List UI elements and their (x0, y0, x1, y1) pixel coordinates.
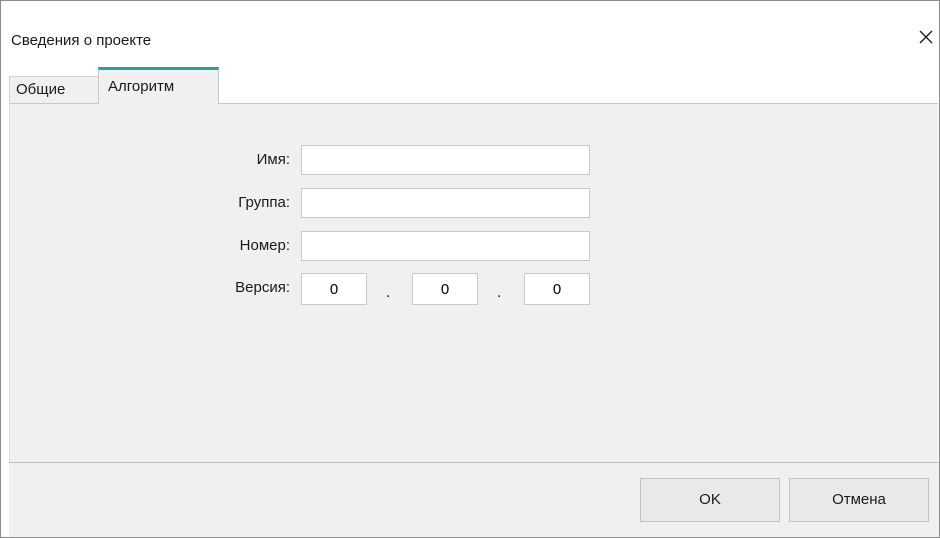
dialog-footer: OK Отмена (9, 462, 939, 537)
dialog-title: Сведения о проекте (11, 32, 152, 49)
tab-algorithm[interactable]: Алгоритм (98, 67, 219, 104)
group-input[interactable] (301, 188, 590, 218)
ok-button[interactable]: OK (640, 478, 780, 522)
group-label: Группа: (238, 194, 290, 211)
tab-general[interactable]: Общие (9, 76, 99, 103)
cancel-button[interactable]: Отмена (789, 478, 929, 522)
tab-strip: Общие Алгоритм (1, 67, 939, 104)
number-label: Номер: (239, 237, 290, 254)
close-icon (919, 30, 933, 44)
name-input[interactable] (301, 145, 590, 175)
version-separator: . (386, 284, 391, 301)
name-label: Имя: (256, 151, 290, 168)
version-patch-input[interactable] (524, 273, 590, 305)
close-button[interactable] (913, 23, 939, 53)
algorithm-tab-panel: Имя: Группа: Номер: Версия: . . (9, 103, 938, 462)
version-label: Версия: (235, 279, 290, 296)
version-separator: . (497, 284, 502, 301)
title-bar: Сведения о проекте (1, 1, 939, 67)
version-minor-input[interactable] (412, 273, 478, 305)
version-major-input[interactable] (301, 273, 367, 305)
project-info-dialog: Сведения о проекте Общие Алгоритм Имя: Г… (0, 0, 940, 538)
number-input[interactable] (301, 231, 590, 261)
